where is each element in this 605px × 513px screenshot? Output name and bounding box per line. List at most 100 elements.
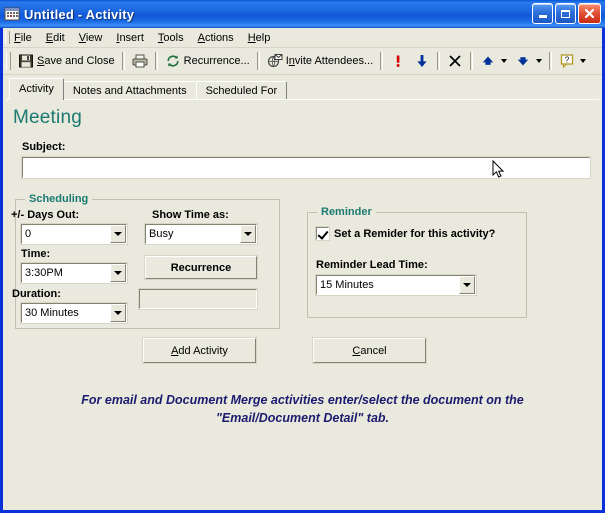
close-button[interactable] xyxy=(578,3,601,24)
tab-notes-and-attachments-label: Notes and Attachments xyxy=(73,85,187,97)
tab-activity-label: Activity xyxy=(19,83,54,95)
chevron-down-icon xyxy=(463,283,471,287)
save-icon xyxy=(18,53,34,69)
activity-page: Meeting Subject: Scheduling +/- Days Out… xyxy=(3,100,602,510)
maximize-button[interactable] xyxy=(555,3,576,24)
toolbar-separator-6 xyxy=(470,52,473,70)
svg-text:?: ? xyxy=(565,55,570,64)
previous-item-button[interactable] xyxy=(476,50,500,72)
days-out-dropdown[interactable]: 0 xyxy=(21,224,127,244)
recurrence-summary-field xyxy=(139,289,257,309)
set-reminder-label: Set a Remider for this activity? xyxy=(334,228,495,240)
tab-notes-and-attachments[interactable]: Notes and Attachments xyxy=(63,81,197,100)
duration-value: 30 Minutes xyxy=(25,307,110,319)
arrow-down-blue-icon-2 xyxy=(515,53,531,69)
set-reminder-checkbox[interactable] xyxy=(316,227,329,240)
page-title: Meeting xyxy=(13,107,82,129)
add-activity-button[interactable]: Add Activity xyxy=(143,338,256,363)
low-priority-button[interactable] xyxy=(410,50,434,72)
next-item-button[interactable] xyxy=(511,50,535,72)
menu-bar: File Edit View Insert Tools Actions Help xyxy=(3,28,602,48)
duration-dropdown-arrow[interactable] xyxy=(110,304,126,322)
toolbar-separator-5 xyxy=(437,52,440,70)
toolbar-separator-3 xyxy=(257,52,260,70)
save-and-close-button[interactable]: Save and Close xyxy=(14,50,119,72)
menu-item-actions[interactable]: Actions xyxy=(191,30,241,46)
cancel-button[interactable]: Cancel xyxy=(313,338,426,363)
previous-item-dropdown-icon[interactable] xyxy=(501,59,507,63)
chevron-down-icon xyxy=(114,311,122,315)
footnote-line-2: "Email/Document Detail" tab. xyxy=(3,409,602,427)
menu-item-insert[interactable]: Insert xyxy=(109,30,151,46)
toolbar-grip[interactable] xyxy=(6,52,11,70)
menu-item-help[interactable]: Help xyxy=(241,30,278,46)
subject-input[interactable] xyxy=(22,157,590,178)
reminder-group-title: Reminder xyxy=(317,206,376,218)
tool-bar: Save and Close xyxy=(3,48,602,75)
help-button[interactable]: ? xyxy=(555,50,579,72)
time-label: Time: xyxy=(21,248,50,260)
duration-dropdown[interactable]: 30 Minutes xyxy=(21,303,127,323)
reminder-lead-time-dropdown-arrow[interactable] xyxy=(459,276,475,294)
show-time-as-dropdown[interactable]: Busy xyxy=(145,224,257,244)
days-out-value: 0 xyxy=(25,228,110,240)
duration-label: Duration: xyxy=(12,288,61,300)
scheduling-group-title: Scheduling xyxy=(25,193,92,205)
recurrence-button-label: Recurrence xyxy=(171,262,232,274)
toolbar-separator-7 xyxy=(549,52,552,70)
footnote-line-1: For email and Document Merge activities … xyxy=(3,391,602,409)
next-item-dropdown-icon[interactable] xyxy=(536,59,542,63)
show-time-as-label: Show Time as: xyxy=(152,209,229,221)
save-and-close-label: Save and Close xyxy=(37,55,115,67)
footnote: For email and Document Merge activities … xyxy=(3,391,602,427)
recurrence-toolbar-button[interactable]: Recurrence... xyxy=(161,50,254,72)
menu-item-edit[interactable]: Edit xyxy=(39,30,72,46)
tab-scheduled-for-label: Scheduled For xyxy=(206,85,278,97)
client-area: File Edit View Insert Tools Actions Help xyxy=(3,28,602,510)
arrow-up-blue-icon xyxy=(480,53,496,69)
time-dropdown[interactable]: 3:30PM xyxy=(21,263,127,283)
toolbar-separator-4 xyxy=(380,52,383,70)
printer-icon xyxy=(132,53,148,69)
cancel-label: Cancel xyxy=(352,345,386,357)
calendar-icon xyxy=(4,6,20,22)
days-out-dropdown-arrow[interactable] xyxy=(110,225,126,243)
recurrence-button[interactable]: Recurrence xyxy=(145,256,257,279)
activity-window: Untitled - Activity File Edit View Inser… xyxy=(0,0,605,513)
toolbar-separator-1 xyxy=(122,52,125,70)
invite-attendees-button[interactable]: Invite Attendees... xyxy=(263,50,377,72)
help-dropdown-icon[interactable] xyxy=(580,59,586,63)
reminder-lead-time-dropdown[interactable]: 15 Minutes xyxy=(316,275,476,295)
days-out-label: +/- Days Out: xyxy=(11,209,79,221)
window-title: Untitled - Activity xyxy=(24,7,134,22)
chevron-down-icon xyxy=(244,232,252,236)
reminder-lead-time-value: 15 Minutes xyxy=(320,279,459,291)
maximize-icon xyxy=(561,10,570,18)
minimize-icon xyxy=(539,15,547,18)
print-button[interactable] xyxy=(128,50,152,72)
caption-buttons xyxy=(532,3,601,24)
time-dropdown-arrow[interactable] xyxy=(110,264,126,282)
close-x-icon xyxy=(447,53,463,69)
high-priority-button[interactable] xyxy=(386,50,410,72)
menu-item-tools[interactable]: Tools xyxy=(151,30,191,46)
tab-activity[interactable]: Activity xyxy=(9,78,64,100)
tab-scheduled-for[interactable]: Scheduled For xyxy=(196,81,288,100)
delete-button[interactable] xyxy=(443,50,467,72)
set-reminder-checkbox-row[interactable]: Set a Remider for this activity? xyxy=(316,227,495,240)
title-bar[interactable]: Untitled - Activity xyxy=(0,0,605,28)
add-activity-label: Add Activity xyxy=(171,345,228,357)
toolbar-separator-2 xyxy=(155,52,158,70)
subject-label: Subject: xyxy=(22,141,65,153)
chevron-down-icon xyxy=(114,232,122,236)
exclamation-icon xyxy=(390,53,406,69)
help-balloon-icon: ? xyxy=(559,53,575,69)
time-value: 3:30PM xyxy=(25,267,110,279)
minimize-button[interactable] xyxy=(532,3,553,24)
menu-item-file[interactable]: File xyxy=(7,30,39,46)
reminder-lead-time-label: Reminder Lead Time: xyxy=(316,259,428,271)
close-icon xyxy=(584,8,595,19)
menu-item-view[interactable]: View xyxy=(72,30,110,46)
show-time-as-dropdown-arrow[interactable] xyxy=(240,225,256,243)
recurrence-icon xyxy=(165,53,181,69)
